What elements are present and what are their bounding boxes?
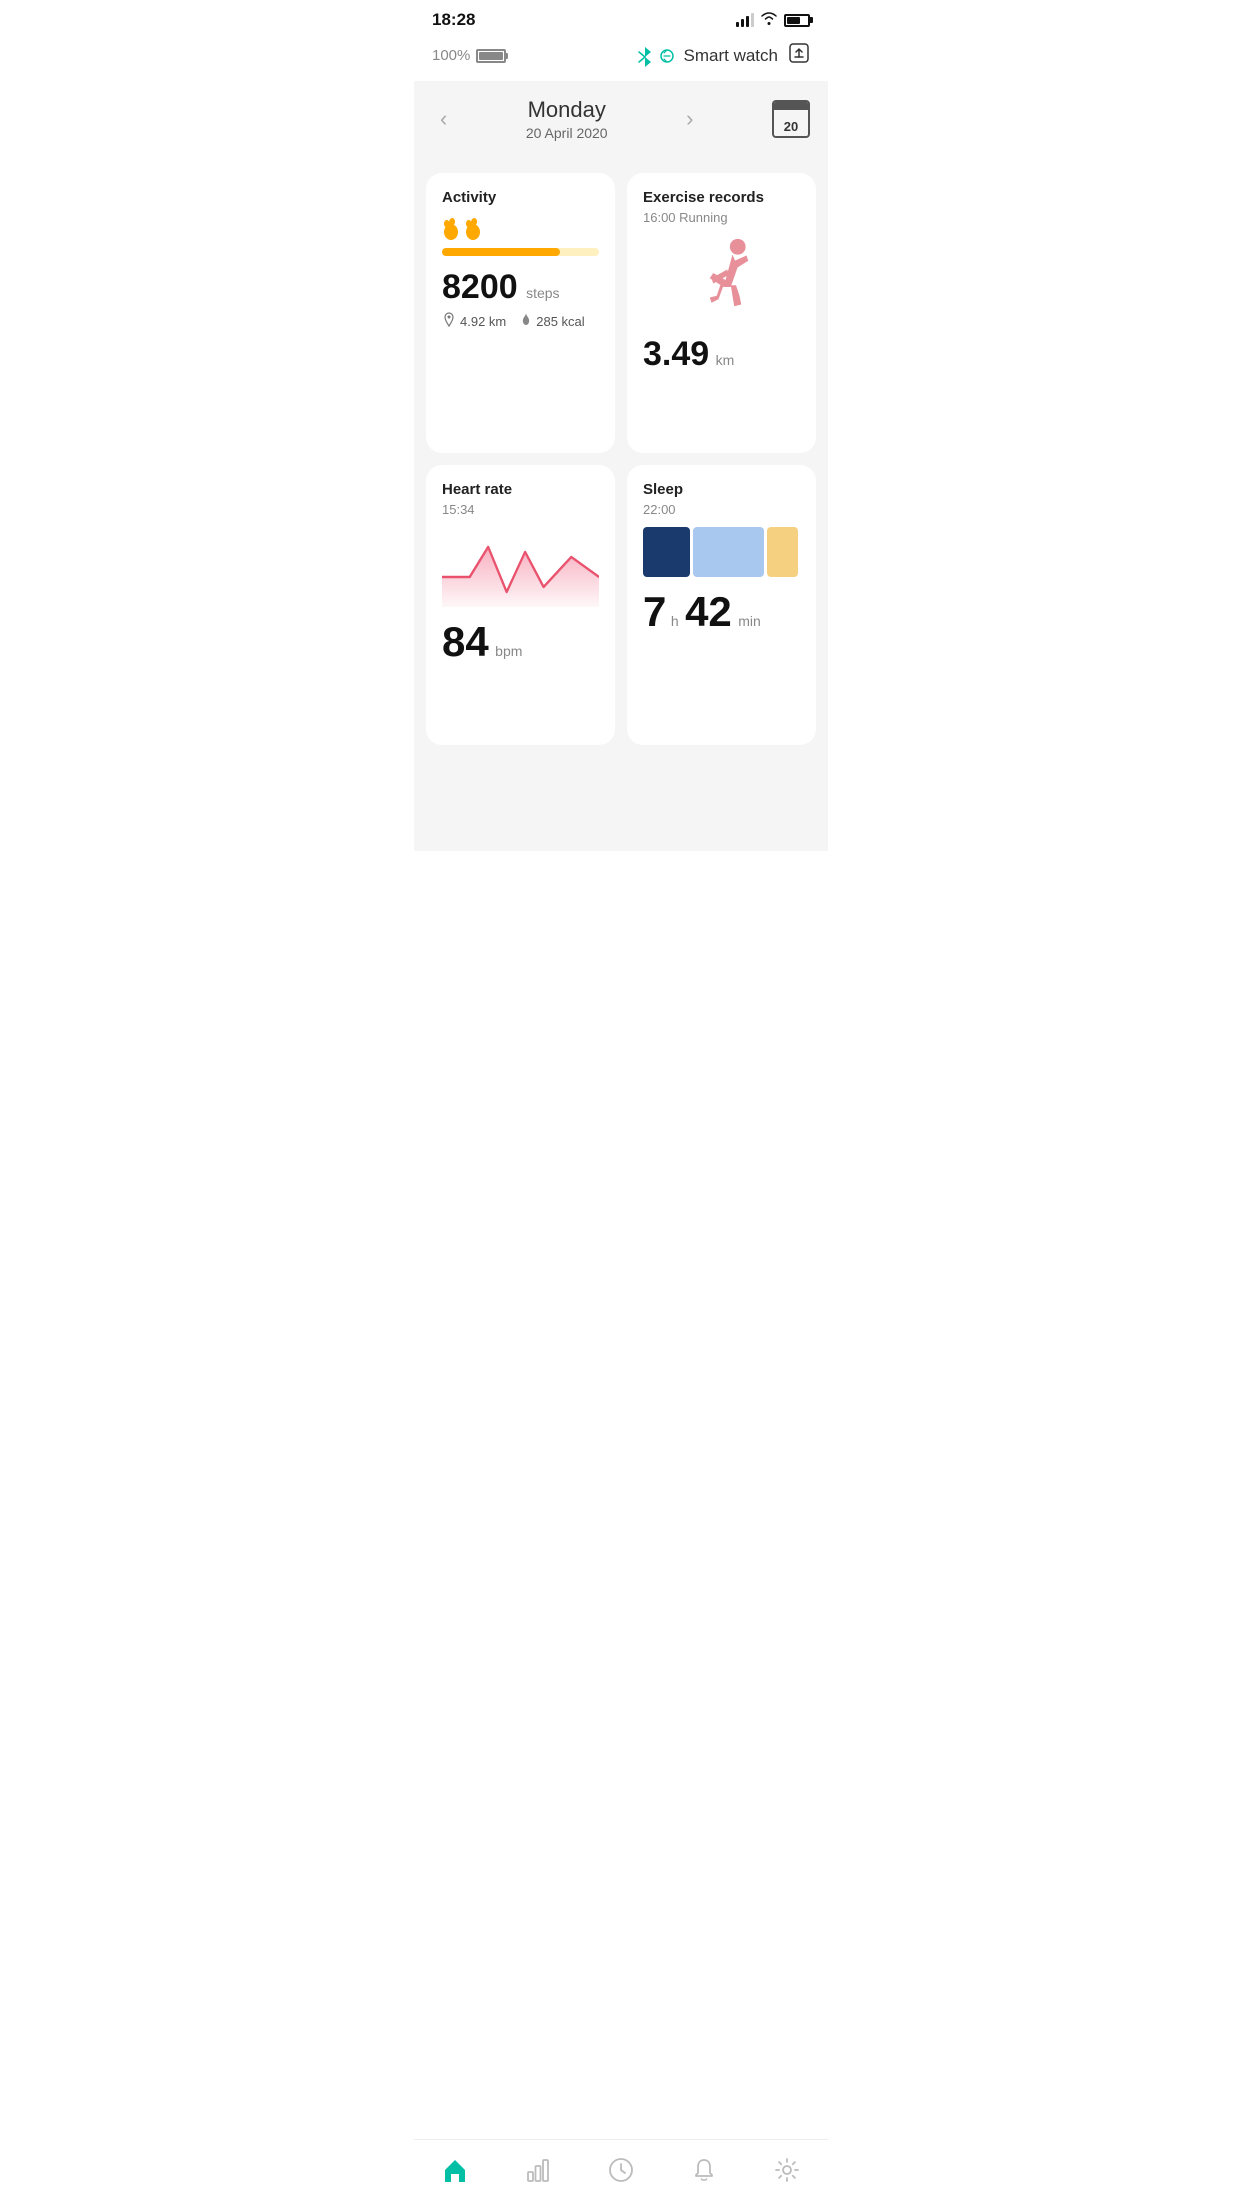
next-day-button[interactable]: ›: [678, 102, 701, 136]
calendar-number: 20: [784, 120, 798, 133]
device-battery-icon: [476, 49, 506, 63]
exercise-unit: km: [716, 352, 735, 368]
steps-display: 8200 steps: [442, 270, 599, 304]
sleep-subtitle: 22:00: [643, 502, 800, 517]
heart-rate-card[interactable]: Heart rate 15:34 84 bpm: [426, 465, 615, 745]
nav-settings[interactable]: [761, 2152, 813, 2188]
heart-rate-unit: bpm: [495, 643, 522, 659]
sleep-card[interactable]: Sleep 22:00 7 h 42 min: [627, 465, 816, 745]
steps-unit: steps: [526, 285, 559, 301]
sleep-title: Sleep: [643, 481, 800, 498]
sleep-minutes: 42: [685, 588, 732, 635]
status-time: 18:28: [432, 10, 475, 30]
device-battery-percent: 100%: [432, 47, 470, 64]
date-navigation: ‹ Monday 20 April 2020 › 20: [414, 81, 828, 157]
activity-distance: 4.92 km: [460, 314, 506, 329]
flame-icon: [520, 312, 532, 331]
date-full: 20 April 2020: [526, 125, 608, 141]
heart-rate-title: Heart rate: [442, 481, 599, 498]
status-icons: [736, 11, 810, 30]
footsteps-icon: [442, 214, 599, 240]
nav-home[interactable]: [429, 2152, 481, 2188]
battery-icon: [784, 14, 810, 27]
bluetooth-icon: [636, 45, 674, 67]
heart-rate-chart: [442, 527, 599, 607]
steps-count: 8200: [442, 268, 518, 306]
sleep-hours: 7: [643, 588, 666, 635]
calendar-icon[interactable]: 20: [772, 100, 810, 138]
device-right: Smart watch: [636, 42, 810, 69]
sleep-chart: [643, 527, 800, 577]
sleep-bar-light: [693, 527, 764, 577]
main-content: Activity 8200 steps: [414, 157, 828, 851]
activity-title: Activity: [442, 189, 599, 206]
nav-clock[interactable]: [595, 2152, 647, 2188]
exercise-distance-display: 3.49 km: [643, 337, 800, 371]
sleep-duration-display: 7 h 42 min: [643, 591, 800, 633]
activity-details: 4.92 km 285 kcal: [442, 312, 599, 331]
nav-stats[interactable]: [512, 2152, 564, 2188]
device-battery: 100%: [432, 47, 506, 64]
exercise-title: Exercise records: [643, 189, 800, 206]
share-icon[interactable]: [788, 42, 810, 69]
heart-rate-display: 84 bpm: [442, 621, 599, 663]
heart-rate-value: 84: [442, 618, 489, 665]
wifi-icon: [760, 11, 778, 30]
smart-watch-label: Smart watch: [684, 46, 778, 66]
prev-day-button[interactable]: ‹: [432, 102, 455, 136]
heart-rate-subtitle: 15:34: [442, 502, 599, 517]
device-bar: 100% Smart watch: [414, 36, 828, 81]
nav-notifications[interactable]: [678, 2152, 730, 2188]
sleep-hours-label: h: [671, 613, 679, 629]
signal-icon: [736, 13, 754, 27]
activity-card[interactable]: Activity 8200 steps: [426, 173, 615, 453]
status-bar: 18:28: [414, 0, 828, 36]
runner-figure: [643, 235, 800, 325]
date-display: Monday 20 April 2020: [526, 97, 608, 141]
exercise-card[interactable]: Exercise records 16:00 Running: [627, 173, 816, 453]
location-icon: [442, 312, 456, 331]
bottom-nav: [414, 2139, 828, 2208]
sleep-bar-rem: [767, 527, 798, 577]
date-day: Monday: [526, 97, 608, 123]
distance-detail: 4.92 km: [442, 312, 506, 331]
sleep-minutes-label: min: [738, 613, 761, 629]
activity-progress-bg: [442, 248, 599, 256]
activity-progress-fill: [442, 248, 560, 256]
exercise-distance: 3.49: [643, 335, 709, 373]
cards-grid: Activity 8200 steps: [426, 173, 816, 745]
exercise-subtitle: 16:00 Running: [643, 210, 800, 225]
activity-calories: 285 kcal: [536, 314, 584, 329]
sleep-bar-deep: [643, 527, 690, 577]
calories-detail: 285 kcal: [520, 312, 584, 331]
